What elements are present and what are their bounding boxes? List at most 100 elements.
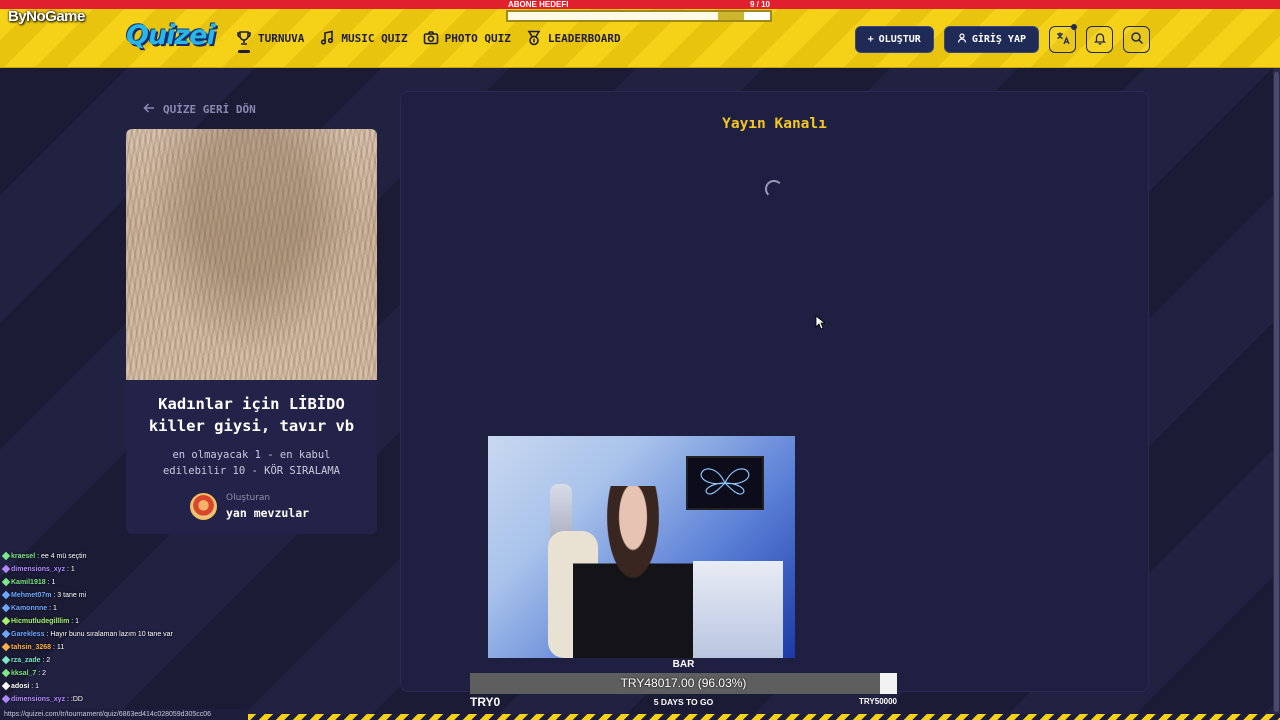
plus-icon: + [867, 34, 874, 45]
medal-icon [526, 30, 542, 46]
login-button[interactable]: GİRİŞ YAP [943, 26, 1039, 53]
creator-label: Oluşturan [226, 493, 271, 503]
chat-badge-icon [1, 577, 11, 587]
nav-item-leaderboard[interactable]: LEADERBOARD [526, 30, 621, 46]
chat-text: : 1 [29, 683, 40, 690]
chat-message: adosi : 1 [1, 680, 263, 693]
chat-username: Kamonnne [11, 605, 48, 612]
donation-target-label: TRY50000 [859, 697, 897, 706]
chat-username: dimensions_xyz [11, 696, 66, 703]
chat-username: adosi [11, 683, 30, 690]
search-icon [1130, 30, 1144, 49]
chat-text: : 1 [65, 566, 75, 573]
chat-message: Kamonnne : 1 [1, 602, 263, 615]
panel-title: Yayın Kanalı [722, 116, 827, 132]
chat-text: : 1 [47, 605, 57, 612]
chat-text: : 3 tane mi [51, 592, 87, 599]
scrollbar-thumb[interactable] [1274, 72, 1279, 712]
camera-icon [423, 30, 439, 46]
chat-username: dimensions_xyz [11, 566, 66, 573]
chat-text: : :DD [65, 696, 83, 703]
back-link-label: QUİZE GERİ DÖN [163, 103, 256, 116]
mouse-cursor-icon [815, 315, 827, 334]
chat-badge-icon [1, 668, 11, 678]
trophy-icon [236, 30, 252, 53]
chat-username: Mehmet07m [11, 592, 52, 599]
nav-item-turnuva[interactable]: TURNUVA [236, 30, 305, 53]
chat-message: rza_zade : 2 [1, 654, 263, 667]
donation-progress-bar: TRY48017.00 (96.03%) [470, 673, 897, 694]
chat-message: Garekless : Hayır bunu sıralaman lazım 1… [1, 628, 263, 641]
status-url: https://quizei.com/tr/tournament/quiz/68… [0, 709, 248, 720]
chat-message: kksal_7 : 2 [1, 667, 263, 680]
notifications-button[interactable] [1086, 26, 1113, 53]
donation-amount-text: TRY48017.00 (96.03%) [620, 676, 747, 690]
language-button[interactable] [1049, 24, 1077, 53]
nav-item-photo-quiz[interactable]: PHOTO QUIZ [423, 30, 511, 46]
login-button-label: GİRİŞ YAP [971, 34, 1026, 45]
chat-text: : 2 [36, 670, 47, 677]
create-button-label: OLUŞTUR [878, 34, 921, 45]
nav-item-music-quiz[interactable]: MUSIC QUIZ [319, 30, 408, 46]
chat-username: Kamil1918 [11, 579, 46, 586]
creator-name[interactable]: yan mevzular [226, 506, 309, 520]
nav-item-label: LEADERBOARD [547, 31, 621, 45]
donation-footer: TRY0 5 DAYS TO GO TRY50000 [470, 695, 897, 709]
chat-text: : Hayır bunu sıralaman lazım 10 tane var [44, 631, 173, 638]
quiz-creator[interactable]: Oluşturan yan mevzular [190, 493, 309, 520]
chat-message: dimensions_xyz : 1 [1, 563, 263, 576]
chat-badge-icon [1, 551, 11, 561]
chat-text: : 1 [69, 618, 80, 625]
chat-username: rza_zade [11, 657, 41, 664]
user-icon [957, 33, 967, 46]
chat-badge-icon [1, 642, 11, 652]
nav-item-label: PHOTO QUIZ [444, 31, 511, 45]
nav-active-indicator [238, 50, 250, 53]
chat-text: : 1 [45, 579, 56, 586]
goal-progress-fill [508, 12, 744, 20]
chat-text: : 11 [51, 644, 65, 651]
stream-brand-label: ByNoGame [8, 8, 85, 25]
create-button[interactable]: + OLUŞTUR [854, 26, 934, 53]
main-nav: TURNUVA MUSIC QUIZ PHOTO QUIZ LEADERBOAR… [236, 30, 621, 53]
chat-badge-icon [1, 603, 11, 613]
chat-message: Mehmet07m : 3 tane mi [1, 589, 263, 602]
nav-item-label: TURNUVA [258, 31, 305, 45]
language-badge-dot [1071, 24, 1077, 30]
goal-label: ABONE HEDEFI [508, 0, 569, 9]
chat-message: dimensions_xyz : :DD [1, 693, 263, 706]
chat-message: kraesel : ee 4 mü seçtin [1, 550, 263, 563]
goal-progress-bar [506, 10, 772, 22]
chat-text: : 2 [40, 657, 51, 664]
back-to-quiz-link[interactable]: QUİZE GERİ DÖN [143, 102, 256, 117]
bell-icon [1093, 30, 1107, 49]
chat-message: tahsin_3268 : 11 [1, 641, 263, 654]
translate-icon [1056, 30, 1070, 49]
bottom-hazard-stripe [248, 714, 1280, 720]
chat-message: Hicmutludegilllim : 1 [1, 615, 263, 628]
quiz-info-card: Kadınlar için LİBİDO killer giysi, tavır… [126, 129, 377, 534]
chat-username: Hicmutludegilllim [11, 618, 70, 625]
webcam-streamer [573, 486, 693, 658]
search-button[interactable] [1123, 26, 1150, 53]
chat-badge-icon [1, 616, 11, 626]
page-scrollbar[interactable] [1273, 68, 1280, 720]
webcam-desk [693, 561, 783, 658]
loading-spinner-icon [765, 180, 783, 198]
chat-badge-icon [1, 694, 11, 704]
chat-badge-icon [1, 564, 11, 574]
chat-username: kraesel [11, 553, 36, 560]
chat-badge-icon [1, 590, 11, 600]
streamer-webcam [488, 436, 795, 658]
site-logo[interactable]: Quizei [126, 20, 216, 51]
chat-message: Kamil1918 : 1 [1, 576, 263, 589]
subscriber-goal-widget: ABONE HEDEFI 9 / 10 [506, 0, 772, 22]
stream-chat-overlay: kraesel : ee 4 mü seçtin dimensions_xyz :… [1, 550, 263, 706]
chat-username: kksal_7 [11, 670, 37, 677]
quiz-cover-image [126, 129, 377, 380]
goal-progress-text: 9 / 10 [749, 0, 770, 9]
donation-time-left: 5 DAYS TO GO [653, 697, 714, 707]
chat-username: tahsin_3268 [11, 644, 52, 651]
music-note-icon [319, 30, 335, 46]
creator-avatar[interactable] [190, 493, 217, 520]
